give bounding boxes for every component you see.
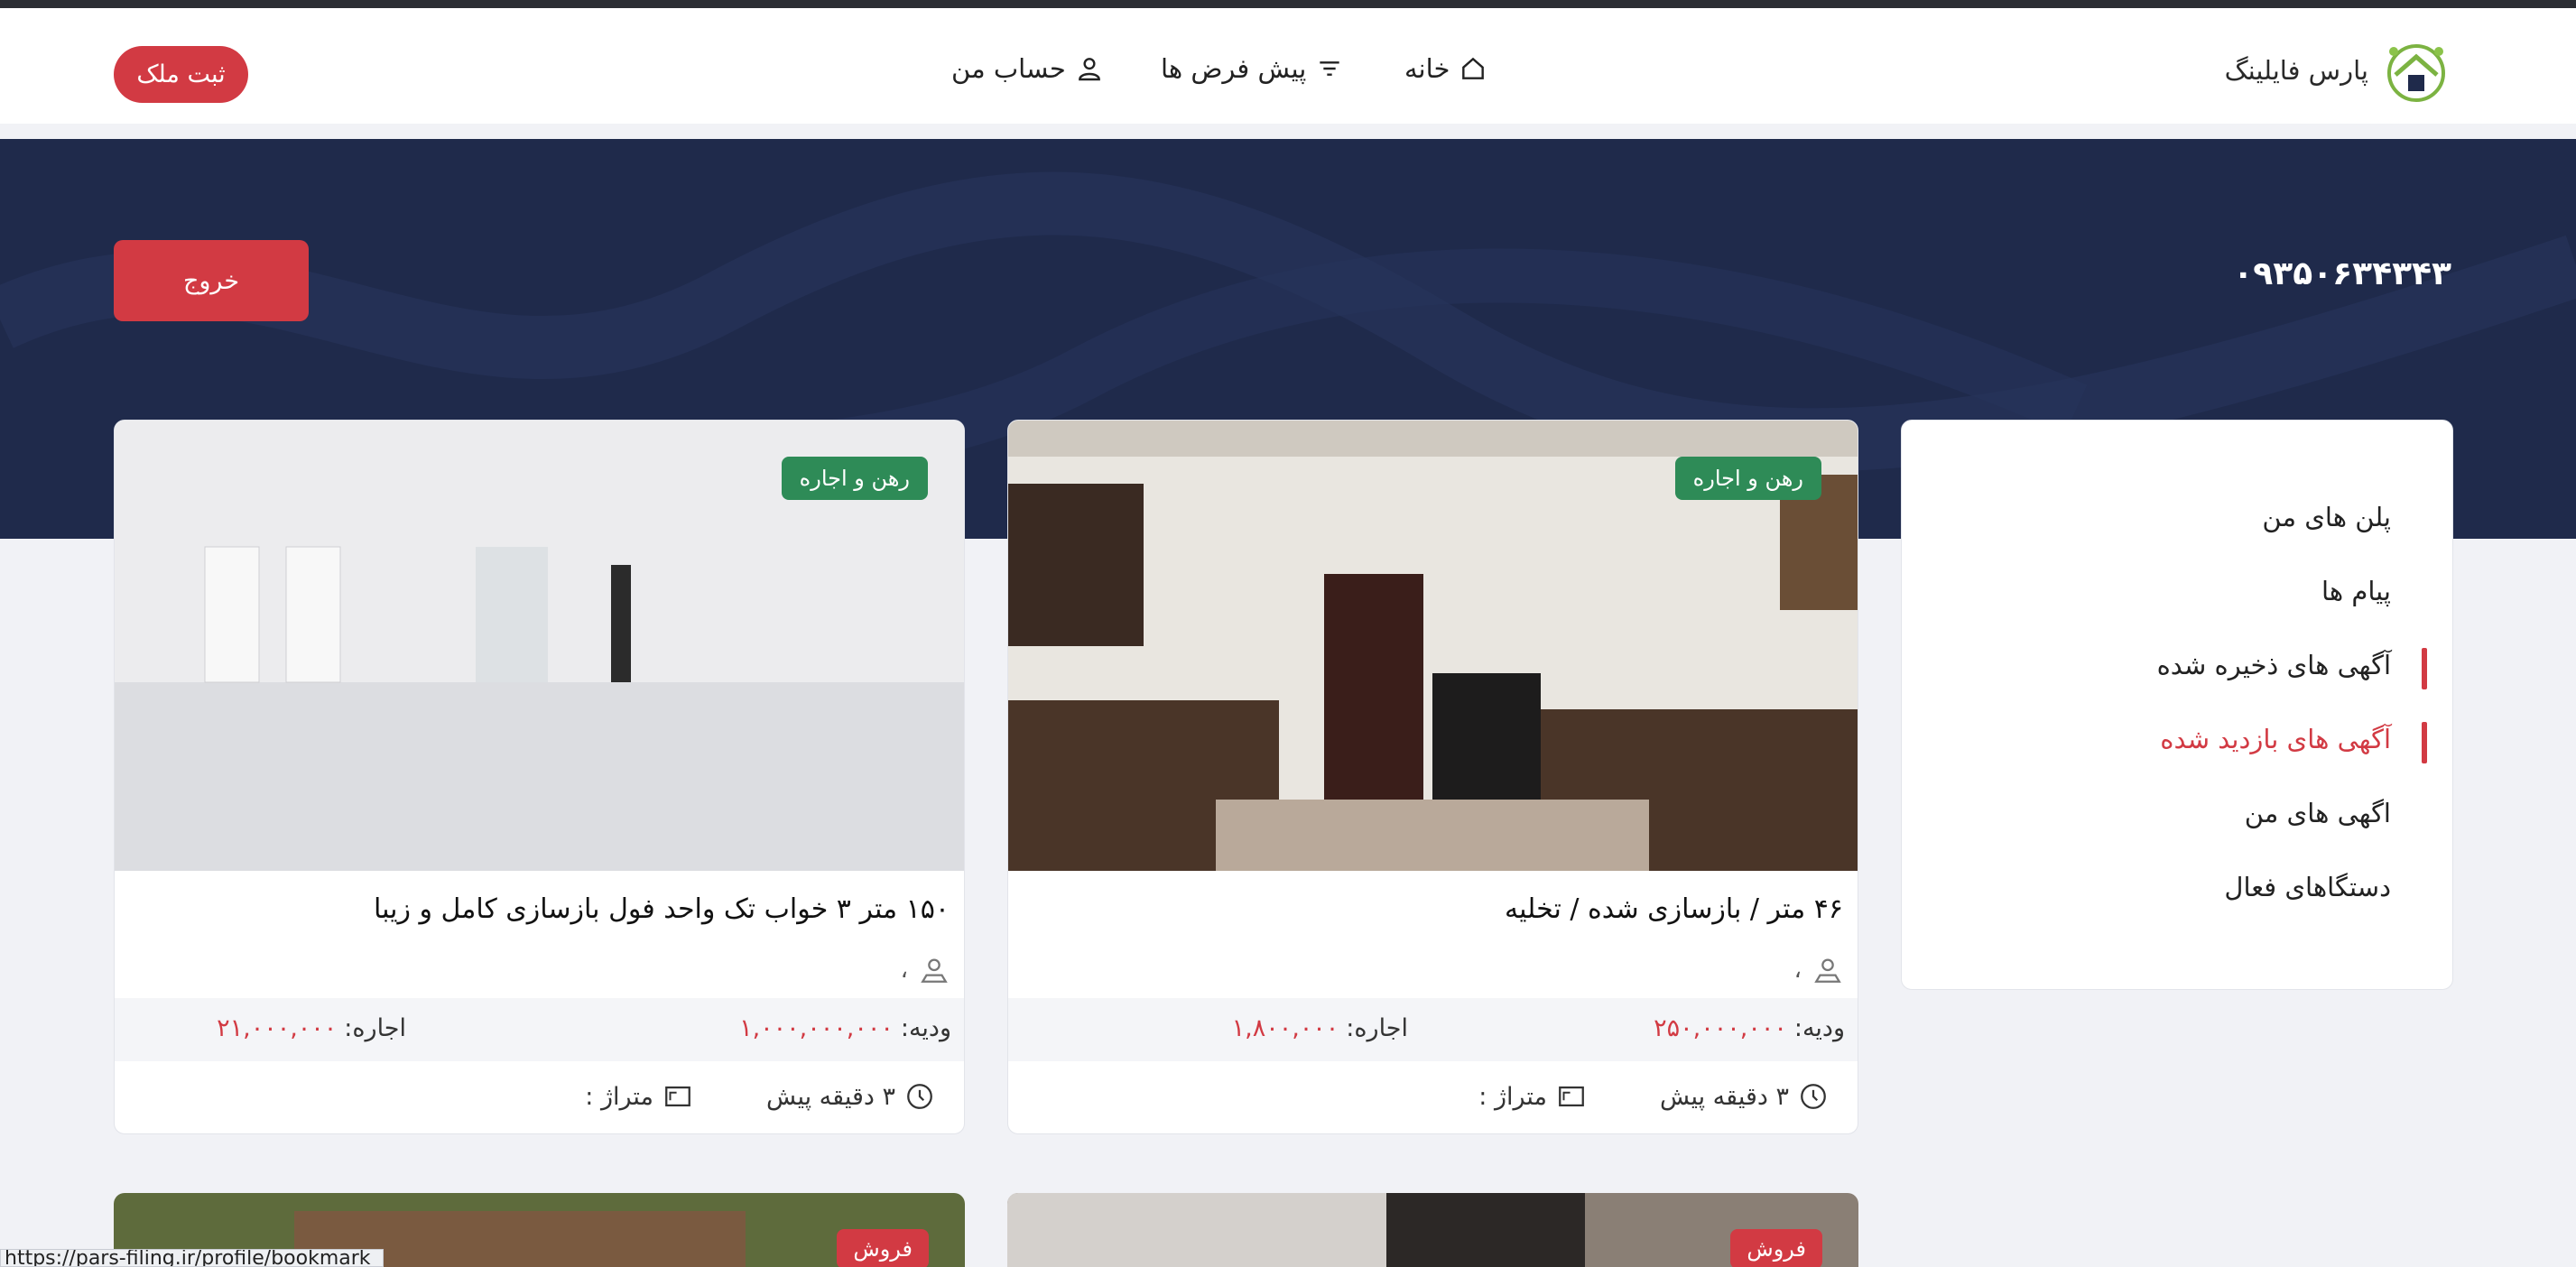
location-user-icon bbox=[1814, 958, 1841, 983]
window-top-edge bbox=[0, 0, 2576, 8]
browser-status-url: https://pars-filing.ir/profile/bookmark bbox=[0, 1249, 384, 1267]
rent-label: اجاره: bbox=[344, 1014, 406, 1042]
deposit-label: ودیه: bbox=[900, 1014, 951, 1042]
listing-type-badge: فروش bbox=[837, 1229, 929, 1267]
listing-area-text: متراژ : bbox=[1478, 1082, 1547, 1111]
listing-meta: ۳ دقیقه پیش متراژ : bbox=[115, 1072, 964, 1133]
listing-meta: ۳ دقیقه پیش متراژ : bbox=[1008, 1072, 1858, 1133]
logout-button[interactable]: خروج bbox=[114, 240, 309, 321]
rent-price: اجاره:۱,۸۰۰,۰۰۰ bbox=[1232, 1014, 1408, 1042]
sidebar-item-messages[interactable]: پیام ها bbox=[2321, 576, 2391, 606]
deposit-value: ۲۵۰,۰۰۰,۰۰۰ bbox=[1654, 1014, 1787, 1042]
sidebar-item-my-ads[interactable]: اگهی های من bbox=[2245, 798, 2391, 828]
nav-presets-label: پیش فرض ها bbox=[1161, 53, 1307, 84]
nav-account[interactable]: حساب من bbox=[951, 53, 1104, 84]
user-icon bbox=[1078, 58, 1100, 81]
house-tree-logo-icon bbox=[2387, 44, 2445, 102]
filter-icon bbox=[1320, 61, 1339, 76]
sidebar-item-active-devices[interactable]: دستگاهای فعال bbox=[2224, 872, 2391, 902]
sidebar-item-my-plans[interactable]: پلن های من bbox=[2262, 502, 2391, 532]
listing-card[interactable]: رهن و اجاره ۴۶ متر / بازسازی شده / تخلیه… bbox=[1007, 420, 1858, 1134]
deposit-label: ودیه: bbox=[1793, 1014, 1845, 1042]
listing-card[interactable]: فروش bbox=[1007, 1193, 1858, 1267]
listing-area: متراژ : bbox=[585, 1081, 693, 1112]
deposit-price: ودیه:۱,۰۰۰,۰۰۰,۰۰۰ bbox=[739, 1014, 951, 1042]
listing-type-badge: رهن و اجاره bbox=[1674, 457, 1821, 500]
rent-value: ۱,۸۰۰,۰۰۰ bbox=[1231, 1014, 1339, 1042]
listing-time-text: ۳ دقیقه پیش bbox=[1660, 1082, 1789, 1111]
nav-home[interactable]: خانه bbox=[1404, 53, 1487, 84]
site-logo[interactable]: پارس فایلینگ bbox=[2225, 35, 2451, 106]
clock-icon bbox=[907, 1084, 932, 1109]
listing-area: متراژ : bbox=[1478, 1081, 1587, 1112]
listing-location: ، bbox=[901, 955, 950, 985]
area-icon bbox=[665, 1086, 690, 1107]
listing-title[interactable]: ۴۶ متر / بازسازی شده / تخلیه bbox=[1505, 893, 1843, 925]
listing-time: ۳ دقیقه پیش bbox=[766, 1081, 935, 1112]
sidebar-item-viewed-ads[interactable]: آگهی های بازدید شده bbox=[2160, 724, 2391, 754]
listing-prices: ودیه:۱,۰۰۰,۰۰۰,۰۰۰ اجاره:۲۱,۰۰۰,۰۰۰ bbox=[115, 998, 964, 1061]
area-icon bbox=[1559, 1086, 1584, 1107]
register-property-button[interactable]: ثبت ملک bbox=[114, 46, 248, 103]
listing-time: ۳ دقیقه پیش bbox=[1660, 1081, 1829, 1112]
nav-presets[interactable]: پیش فرض ها bbox=[1161, 53, 1344, 84]
deposit-price: ودیه:۲۵۰,۰۰۰,۰۰۰ bbox=[1654, 1014, 1845, 1042]
listing-area-text: متراژ : bbox=[585, 1082, 653, 1111]
sidebar-active-marker bbox=[2422, 722, 2427, 763]
listing-location-text: ، bbox=[900, 957, 908, 984]
sidebar-marker bbox=[2422, 648, 2427, 689]
listing-time-text: ۳ دقیقه پیش bbox=[766, 1082, 895, 1111]
nav-account-label: حساب من bbox=[951, 53, 1066, 84]
listing-location-text: ، bbox=[1793, 957, 1802, 984]
site-header: پارس فایلینگ خانه پیش فرض ها حساب من ثبت… bbox=[0, 8, 2576, 124]
listing-title[interactable]: ۱۵۰ متر ۳ خواب تک واحد فول بازسازی کامل … bbox=[374, 893, 950, 925]
listing-prices: ودیه:۲۵۰,۰۰۰,۰۰۰ اجاره:۱,۸۰۰,۰۰۰ bbox=[1008, 998, 1858, 1061]
location-user-icon bbox=[921, 958, 948, 983]
listing-location: ، bbox=[1794, 955, 1843, 985]
user-phone-number: ۰۹۳۵۰۶۳۴۳۴۳ bbox=[2233, 255, 2451, 292]
deposit-value: ۱,۰۰۰,۰۰۰,۰۰۰ bbox=[739, 1014, 894, 1042]
listing-type-badge: رهن و اجاره bbox=[781, 457, 928, 500]
rent-value: ۲۱,۰۰۰,۰۰۰ bbox=[217, 1014, 338, 1042]
sidebar-item-saved-ads[interactable]: آگهی های ذخیره شده bbox=[2157, 650, 2391, 680]
rent-price: اجاره:۲۱,۰۰۰,۰۰۰ bbox=[217, 1014, 406, 1042]
rent-label: اجاره: bbox=[1346, 1014, 1408, 1042]
nav-home-label: خانه bbox=[1404, 53, 1450, 84]
listing-card[interactable]: رهن و اجاره ۱۵۰ متر ۳ خواب تک واحد فول ب… bbox=[114, 420, 965, 1134]
profile-sidebar-menu: پلن های من پیام ها آگهی های ذخیره شده آگ… bbox=[1901, 420, 2453, 990]
clock-icon bbox=[1801, 1084, 1826, 1109]
listing-type-badge: فروش bbox=[1730, 1229, 1822, 1267]
home-icon bbox=[1462, 57, 1485, 79]
site-name: پارس فایلینگ bbox=[2224, 55, 2368, 86]
